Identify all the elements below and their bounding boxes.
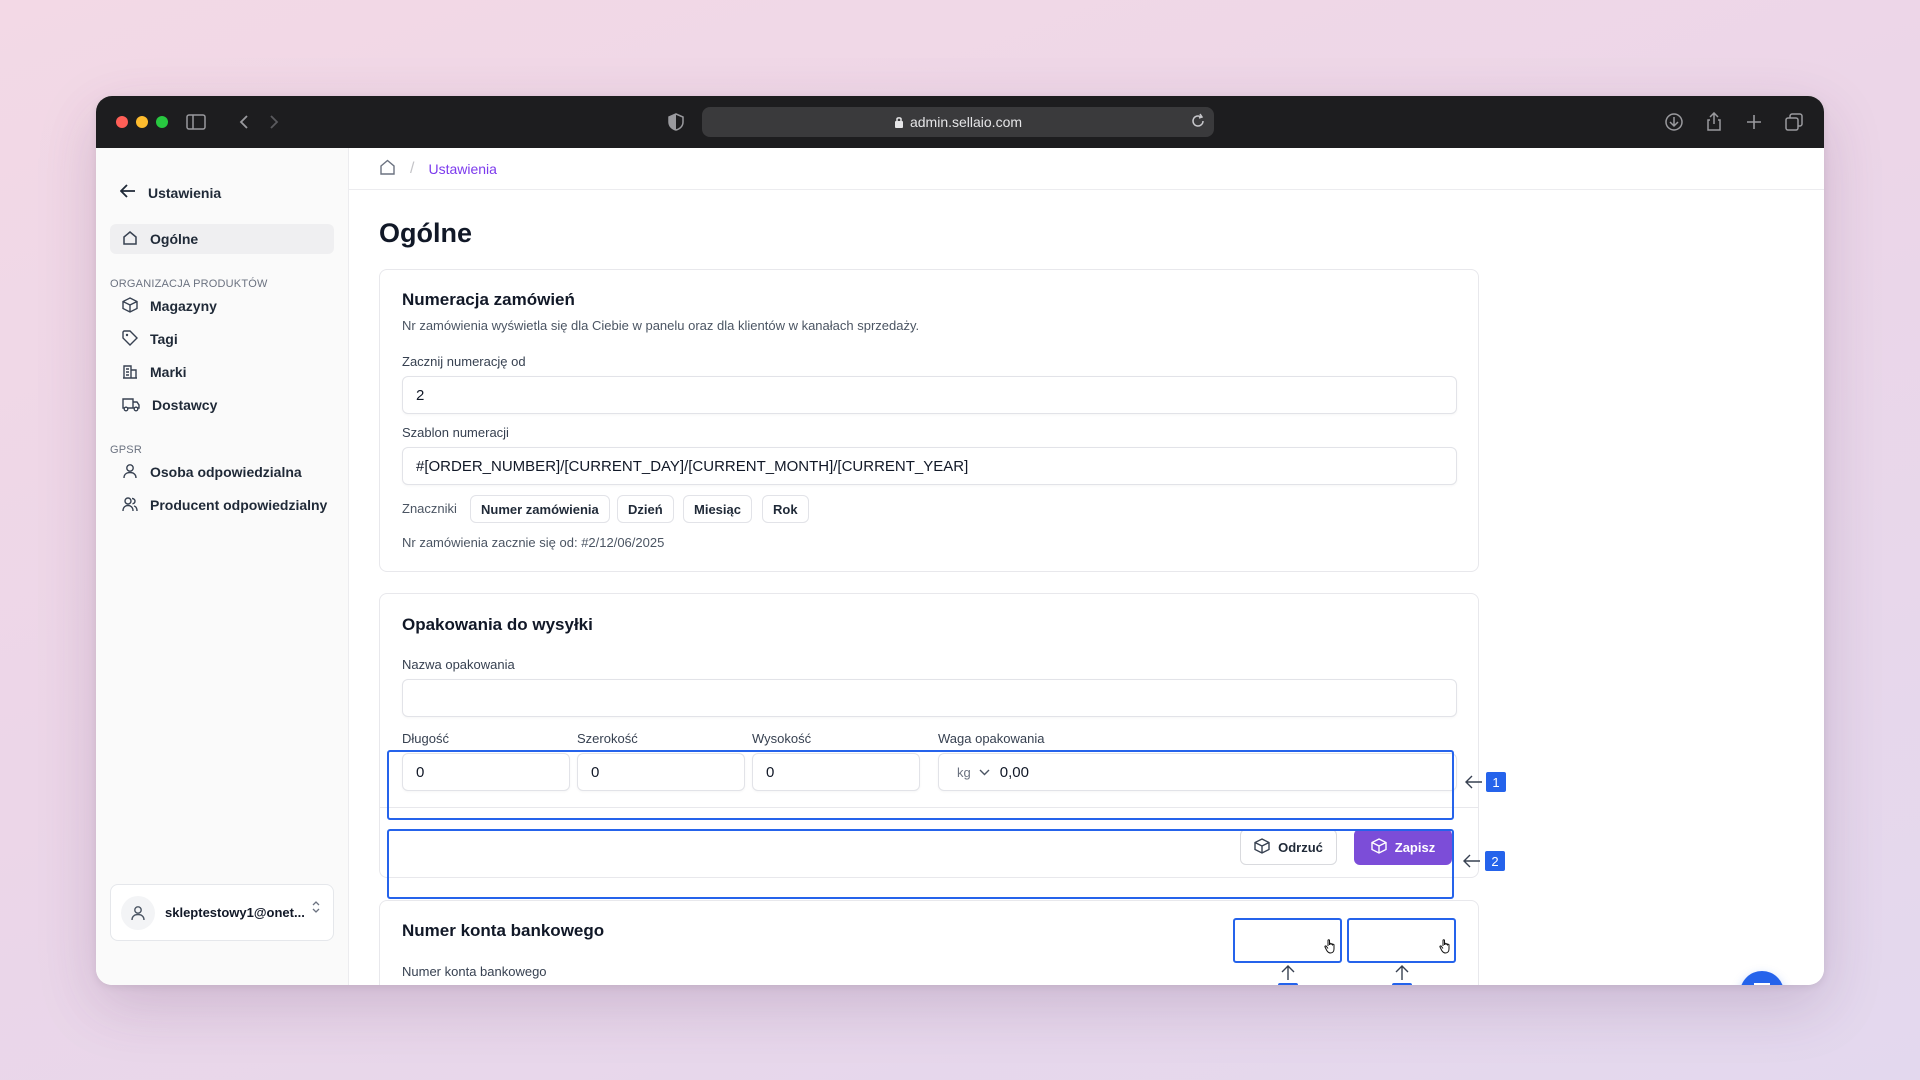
download-icon[interactable] bbox=[1662, 110, 1686, 134]
sidebar-item-warehouses[interactable]: Magazyny bbox=[110, 291, 334, 321]
section-heading-gpsr: GPSR bbox=[110, 444, 142, 456]
sidebar-item-label: Osoba odpowiedzialna bbox=[150, 464, 302, 480]
lock-icon bbox=[894, 116, 904, 129]
sidebar-item-label: Dostawcy bbox=[152, 397, 218, 413]
forward-icon[interactable] bbox=[262, 110, 286, 134]
annotation-label-4: 4 bbox=[1392, 983, 1412, 985]
width-label: Szerokość bbox=[577, 731, 638, 746]
template-input[interactable]: #[ORDER_NUMBER]/[CURRENT_DAY]/[CURRENT_M… bbox=[402, 447, 1457, 485]
close-window-button[interactable] bbox=[116, 116, 128, 128]
sidebar-toggle-icon[interactable] bbox=[184, 110, 208, 134]
zoom-window-button[interactable] bbox=[156, 116, 168, 128]
user-email: skleptestowy1@onet... bbox=[165, 905, 305, 920]
sidebar-item-general[interactable]: Ogólne bbox=[110, 224, 334, 254]
annotation-label-3: 3 bbox=[1278, 983, 1298, 985]
page-title: Ogólne bbox=[379, 218, 472, 248]
browser-toolbar: admin.sellaio.com bbox=[96, 96, 1824, 148]
weight-label: Waga opakowania bbox=[938, 731, 1045, 746]
arrow-up-icon bbox=[1281, 965, 1295, 985]
order-numbering-card: Numeracja zamówień Nr zamówienia wyświet… bbox=[379, 269, 1479, 572]
height-label: Wysokość bbox=[752, 731, 812, 746]
browser-window: admin.sellaio.com Ustawienia Ogólne ORGA… bbox=[96, 96, 1824, 985]
card-title: Opakowania do wysyłki bbox=[402, 615, 593, 634]
sidebar-item-brands[interactable]: Marki bbox=[110, 357, 334, 387]
card-title: Numeracja zamówień bbox=[402, 290, 575, 309]
minimize-window-button[interactable] bbox=[136, 116, 148, 128]
sidebar-item-suppliers[interactable]: Dostawcy bbox=[110, 390, 334, 420]
people-icon bbox=[122, 496, 138, 515]
tag-icon bbox=[122, 329, 138, 349]
numbering-preview: Nr zamówienia zacznie się od: #2/12/06/2… bbox=[402, 535, 665, 550]
main-content: / Ustawienia Ogólne Numeracja zamówień N… bbox=[349, 148, 1824, 985]
chat-icon bbox=[1751, 980, 1773, 985]
start-number-label: Zacznij numerację od bbox=[402, 354, 526, 369]
box-icon bbox=[122, 296, 138, 316]
settings-sidebar: Ustawienia Ogólne ORGANIZACJA PRODUKTÓW … bbox=[96, 148, 349, 985]
hand-cursor-icon bbox=[1324, 938, 1338, 959]
marker-order-number-button[interactable]: Numer zamówienia bbox=[470, 495, 610, 523]
arrow-left-icon bbox=[1465, 775, 1483, 794]
package-name-label: Nazwa opakowania bbox=[402, 657, 515, 672]
share-icon[interactable] bbox=[1702, 110, 1726, 134]
sidebar-item-label: Ogólne bbox=[150, 231, 199, 247]
account-switcher[interactable]: skleptestowy1@onet... bbox=[110, 884, 334, 941]
sidebar-item-responsible-producer[interactable]: Producent odpowiedzialny bbox=[110, 490, 334, 520]
back-icon[interactable] bbox=[232, 110, 256, 134]
home-icon bbox=[122, 230, 138, 249]
sidebar-item-responsible-person[interactable]: Osoba odpowiedzialna bbox=[110, 457, 334, 487]
back-to-settings-link[interactable]: Ustawienia bbox=[119, 184, 222, 201]
template-label: Szablon numeracji bbox=[402, 425, 509, 440]
marker-year-button[interactable]: Rok bbox=[762, 495, 809, 523]
address-bar[interactable]: admin.sellaio.com bbox=[702, 107, 1214, 137]
arrow-left-icon bbox=[1463, 854, 1481, 873]
person-icon bbox=[122, 463, 138, 482]
chat-support-button[interactable] bbox=[1740, 971, 1784, 985]
sidebar-item-label: Tagi bbox=[150, 331, 178, 347]
package-name-input[interactable] bbox=[402, 679, 1457, 717]
sidebar-item-tags[interactable]: Tagi bbox=[110, 324, 334, 354]
home-icon[interactable] bbox=[379, 159, 396, 178]
card-title: Numer konta bankowego bbox=[402, 921, 605, 940]
marker-month-button[interactable]: Miesiąc bbox=[683, 495, 752, 523]
breadcrumb-settings-link[interactable]: Ustawienia bbox=[428, 161, 496, 177]
annotation-box-1 bbox=[387, 750, 1454, 820]
annotation-box-2 bbox=[387, 829, 1454, 899]
markers-label: Znaczniki bbox=[402, 501, 457, 516]
card-description: Nr zamówienia wyświetla się dla Ciebie w… bbox=[402, 318, 920, 333]
marker-day-button[interactable]: Dzień bbox=[617, 495, 674, 523]
bank-account-label: Numer konta bankowego bbox=[402, 964, 547, 979]
shield-icon[interactable] bbox=[664, 110, 688, 134]
window-controls bbox=[116, 116, 168, 128]
annotation-label-2: 2 bbox=[1485, 851, 1505, 871]
hand-cursor-icon bbox=[1439, 938, 1453, 959]
chevron-up-down-icon bbox=[311, 899, 321, 920]
building-icon bbox=[122, 363, 138, 382]
sidebar-item-label: Marki bbox=[150, 364, 187, 380]
breadcrumb-separator: / bbox=[410, 159, 415, 177]
new-tab-icon[interactable] bbox=[1742, 110, 1766, 134]
annotation-label-1: 1 bbox=[1486, 772, 1506, 792]
start-number-input[interactable]: 2 bbox=[402, 376, 1457, 414]
truck-icon bbox=[122, 396, 140, 415]
section-heading-products: ORGANIZACJA PRODUKTÓW bbox=[110, 278, 268, 290]
avatar bbox=[121, 895, 155, 930]
sidebar-item-label: Magazyny bbox=[150, 298, 217, 314]
url-text: admin.sellaio.com bbox=[909, 114, 1023, 130]
arrow-up-icon bbox=[1395, 965, 1409, 985]
back-label: Ustawienia bbox=[148, 184, 222, 201]
arrow-left-icon bbox=[119, 184, 136, 201]
tabs-overview-icon[interactable] bbox=[1782, 110, 1806, 134]
sidebar-item-label: Producent odpowiedzialny bbox=[150, 497, 328, 513]
breadcrumb: / Ustawienia bbox=[349, 148, 1824, 190]
length-label: Długość bbox=[402, 731, 449, 746]
reload-icon[interactable] bbox=[1190, 113, 1206, 132]
